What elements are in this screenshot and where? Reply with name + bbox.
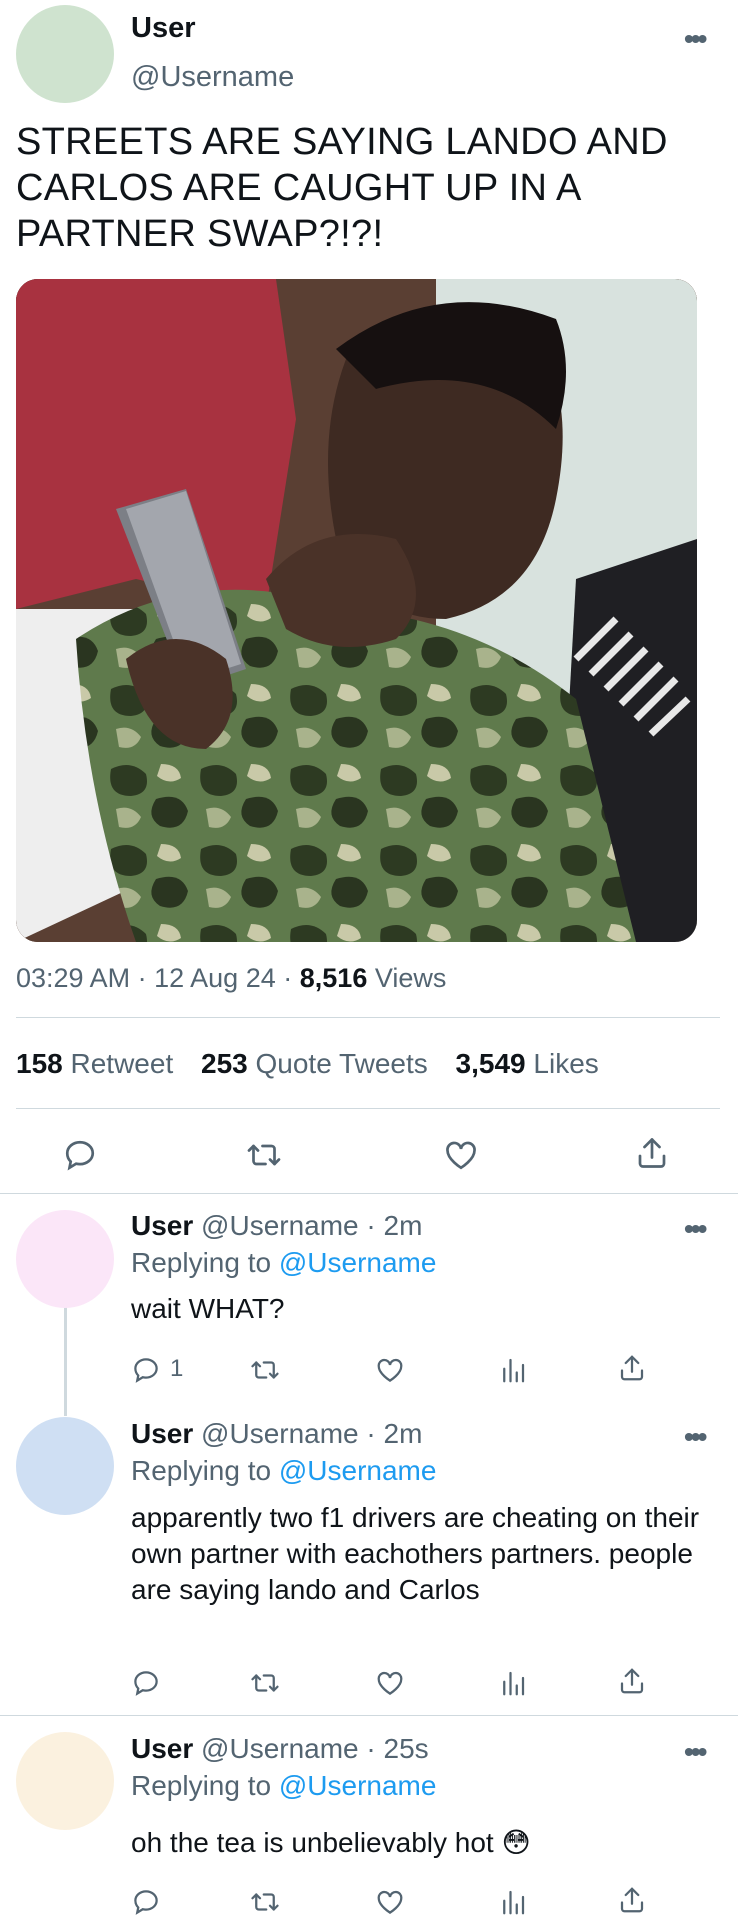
tweet-stats: 158 Retweet 253 Quote Tweets 3,549 Likes (16, 1048, 599, 1080)
reply-handle[interactable]: @Username (201, 1418, 359, 1449)
replying-to-link[interactable]: @Username (279, 1455, 437, 1486)
meta-separator: · (283, 963, 293, 993)
share-icon[interactable] (617, 1666, 647, 1696)
views-icon[interactable] (498, 1887, 528, 1917)
reply-avatar[interactable] (16, 1210, 114, 1308)
reply-time[interactable]: 25s (384, 1733, 429, 1764)
likes-label: Likes (533, 1048, 599, 1079)
share-icon[interactable] (617, 1885, 647, 1915)
divider (0, 1193, 738, 1194)
tweet-date[interactable]: 12 Aug 24 (154, 963, 276, 993)
reply-display-name[interactable]: User (131, 1733, 193, 1764)
likes-count: 3,549 (455, 1048, 526, 1079)
reply-icon[interactable] (62, 1137, 98, 1173)
reply-count: 1 (170, 1355, 184, 1382)
reply-more-icon[interactable]: ••• (684, 1215, 707, 1243)
reply-header: User @Username · 2m (131, 1210, 422, 1242)
retweet-icon[interactable] (250, 1887, 280, 1917)
retweet-icon[interactable] (250, 1668, 280, 1698)
replying-label: Replying to (131, 1770, 272, 1801)
meta-separator: · (137, 963, 147, 993)
replying-to-link[interactable]: @Username (279, 1247, 437, 1278)
retweets-label: Retweet (70, 1048, 174, 1079)
replying-to: Replying to @Username (131, 1247, 436, 1279)
replying-to-link[interactable]: @Username (279, 1770, 437, 1801)
reply-header: User @Username · 2m (131, 1418, 422, 1450)
reply-more-icon[interactable]: ••• (684, 1738, 707, 1766)
quotes-stat[interactable]: 253 Quote Tweets (201, 1048, 428, 1079)
reply-time[interactable]: 2m (384, 1418, 423, 1449)
views-icon[interactable] (498, 1668, 528, 1698)
replying-to: Replying to @Username (131, 1455, 436, 1487)
divider (0, 1715, 738, 1716)
reply-more-icon[interactable]: ••• (684, 1423, 707, 1451)
reply-avatar[interactable] (16, 1417, 114, 1515)
replying-label: Replying to (131, 1455, 272, 1486)
reply-icon[interactable] (131, 1668, 161, 1698)
reply-separator: · (366, 1210, 376, 1241)
reply-avatar[interactable] (16, 1732, 114, 1830)
retweets-stat[interactable]: 158 Retweet (16, 1048, 173, 1079)
reply-separator: · (366, 1733, 376, 1764)
retweet-icon[interactable] (246, 1137, 282, 1173)
main-display-name[interactable]: User (131, 12, 196, 45)
reply-icon[interactable] (131, 1355, 161, 1385)
divider (16, 1108, 720, 1109)
quotes-count: 253 (201, 1048, 248, 1079)
tweet-meta: 03:29 AM · 12 Aug 24 · 8,516 Views (16, 963, 446, 994)
main-more-icon[interactable]: ••• (684, 25, 707, 53)
main-avatar[interactable] (16, 5, 114, 103)
views-count: 8,516 (299, 963, 368, 993)
likes-stat[interactable]: 3,549 Likes (456, 1048, 599, 1079)
main-tweet-photo[interactable] (16, 279, 697, 942)
replying-label: Replying to (131, 1247, 272, 1278)
quotes-label: Quote Tweets (255, 1048, 428, 1079)
reply-time[interactable]: 2m (384, 1210, 423, 1241)
like-icon[interactable] (442, 1137, 480, 1173)
like-icon[interactable] (374, 1887, 406, 1917)
reply-separator: · (366, 1418, 376, 1449)
reply-text: wait WHAT? (131, 1293, 285, 1324)
reply-handle[interactable]: @Username (201, 1210, 359, 1241)
views-icon[interactable] (498, 1355, 528, 1385)
main-tweet-text: STREETS ARE SAYING LANDO AND CARLOS ARE … (16, 121, 668, 255)
replying-to: Replying to @Username (131, 1770, 436, 1802)
reply-text: apparently two f1 drivers are cheating o… (131, 1502, 700, 1605)
share-icon[interactable] (634, 1135, 670, 1171)
like-icon[interactable] (374, 1668, 406, 1698)
share-icon[interactable] (617, 1353, 647, 1383)
reply-header: User @Username · 25s (131, 1733, 429, 1765)
divider (16, 1017, 720, 1018)
tweet-time[interactable]: 03:29 AM (16, 963, 130, 993)
views-label: Views (374, 963, 447, 993)
reply-handle[interactable]: @Username (201, 1733, 359, 1764)
retweets-count: 158 (16, 1048, 63, 1079)
reply-text: oh the tea is unbelievably hot 😳 (131, 1827, 531, 1858)
retweet-icon[interactable] (250, 1355, 280, 1385)
reply-display-name[interactable]: User (131, 1418, 193, 1449)
main-handle[interactable]: @Username (131, 61, 294, 94)
reply-icon[interactable] (131, 1887, 161, 1917)
reply-display-name[interactable]: User (131, 1210, 193, 1241)
thread-line (64, 1306, 67, 1416)
like-icon[interactable] (374, 1355, 406, 1385)
